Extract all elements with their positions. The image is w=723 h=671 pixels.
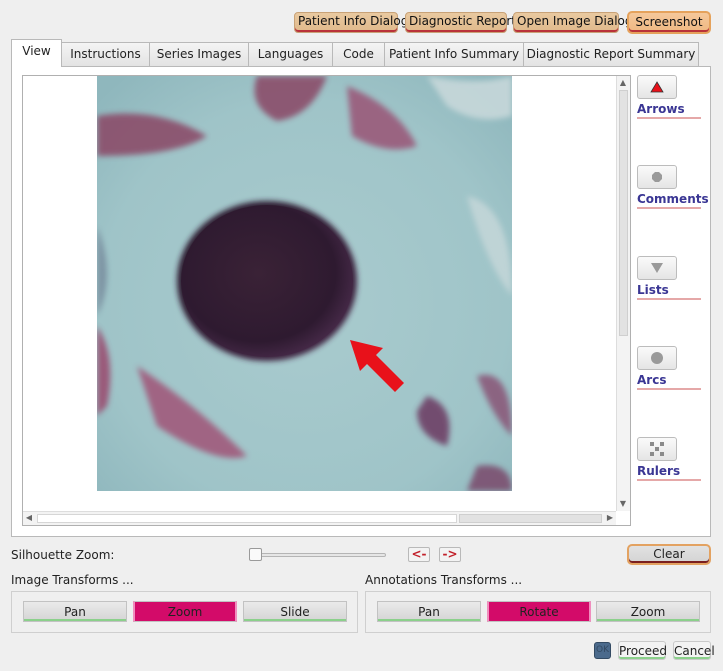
cell-image — [97, 76, 512, 491]
tool-arrows: Arrows — [637, 75, 701, 119]
tab-instructions[interactable]: Instructions — [61, 42, 150, 66]
annotations-transforms-label: Annotations Transforms ... — [365, 573, 523, 587]
tab-view[interactable]: View — [11, 39, 62, 67]
silhouette-zoom-label: Silhouette Zoom: — [11, 548, 115, 562]
image-pan-button[interactable]: Pan — [23, 601, 127, 622]
tool-arcs: Arcs — [637, 346, 701, 390]
scroll-down-icon[interactable]: ▼ — [617, 498, 629, 510]
horizontal-scroll-thumb[interactable] — [459, 514, 602, 523]
silhouette-prev-button[interactable]: <- — [408, 547, 430, 562]
triangle-down-icon — [651, 263, 663, 273]
vertical-scrollbar[interactable]: ▲ ▼ — [616, 76, 630, 511]
silhouette-zoom-slider-knob[interactable] — [249, 548, 262, 561]
image-viewer[interactable]: ▲ ▼ ◀ ▶ — [22, 75, 631, 526]
scroll-left-icon[interactable]: ◀ — [23, 512, 35, 524]
image-transforms-group: Pan Zoom Slide — [11, 591, 358, 633]
scroll-right-icon[interactable]: ▶ — [604, 512, 616, 524]
octagon-icon — [652, 172, 662, 182]
image-slide-button[interactable]: Slide — [243, 601, 347, 622]
arrows-label[interactable]: Arrows — [637, 102, 701, 119]
ok-button[interactable]: OK — [594, 642, 611, 659]
comments-button[interactable] — [637, 165, 677, 189]
rulers-label[interactable]: Rulers — [637, 464, 701, 481]
annotations-transforms-group: Pan Rotate Zoom — [365, 591, 711, 633]
diagnostic-report-button[interactable]: Diagnostic Report — [405, 12, 516, 33]
arrows-button[interactable] — [637, 75, 677, 99]
vertical-scroll-thumb[interactable] — [619, 90, 628, 336]
annotation-pan-button[interactable]: Pan — [377, 601, 481, 622]
checker-icon — [650, 442, 664, 456]
circle-icon — [651, 352, 663, 364]
annotation-zoom-button[interactable]: Zoom — [596, 601, 700, 622]
patient-info-dialog-button[interactable]: Patient Info Dialog — [294, 12, 408, 33]
tab-diagnostic-report-summary[interactable]: Diagnostic Report Summary — [523, 42, 699, 66]
lists-label[interactable]: Lists — [637, 283, 701, 300]
tab-languages[interactable]: Languages — [248, 42, 333, 66]
arrow-annotation[interactable] — [348, 338, 418, 398]
triangle-up-red-icon — [650, 81, 664, 93]
tool-lists: Lists — [637, 256, 701, 300]
arcs-button[interactable] — [637, 346, 677, 370]
proceed-button[interactable]: Proceed — [618, 641, 667, 660]
tool-comments: Comments — [637, 165, 709, 209]
tab-patient-info-summary[interactable]: Patient Info Summary — [384, 42, 524, 66]
scroll-up-icon[interactable]: ▲ — [617, 77, 629, 89]
annotation-rotate-button[interactable]: Rotate — [487, 601, 591, 622]
silhouette-zoom-slider-track[interactable] — [252, 553, 386, 557]
lists-button[interactable] — [637, 256, 677, 280]
silhouette-next-button[interactable]: -> — [439, 547, 461, 562]
tab-code[interactable]: Code — [332, 42, 385, 66]
clear-button[interactable]: Clear — [627, 544, 711, 565]
screenshot-button[interactable]: Screenshot — [627, 11, 711, 34]
horizontal-scroll-track — [37, 514, 457, 523]
open-image-dialog-button[interactable]: Open Image Dialog — [513, 12, 632, 33]
image-transforms-label: Image Transforms ... — [11, 573, 134, 587]
horizontal-scrollbar[interactable]: ◀ ▶ — [23, 511, 616, 525]
cancel-button[interactable]: Cancel — [673, 641, 715, 660]
tab-series-images[interactable]: Series Images — [149, 42, 249, 66]
rulers-button[interactable] — [637, 437, 677, 461]
image-zoom-button[interactable]: Zoom — [133, 601, 237, 622]
comments-label[interactable]: Comments — [637, 192, 709, 209]
arcs-label[interactable]: Arcs — [637, 373, 701, 390]
tool-rulers: Rulers — [637, 437, 701, 481]
